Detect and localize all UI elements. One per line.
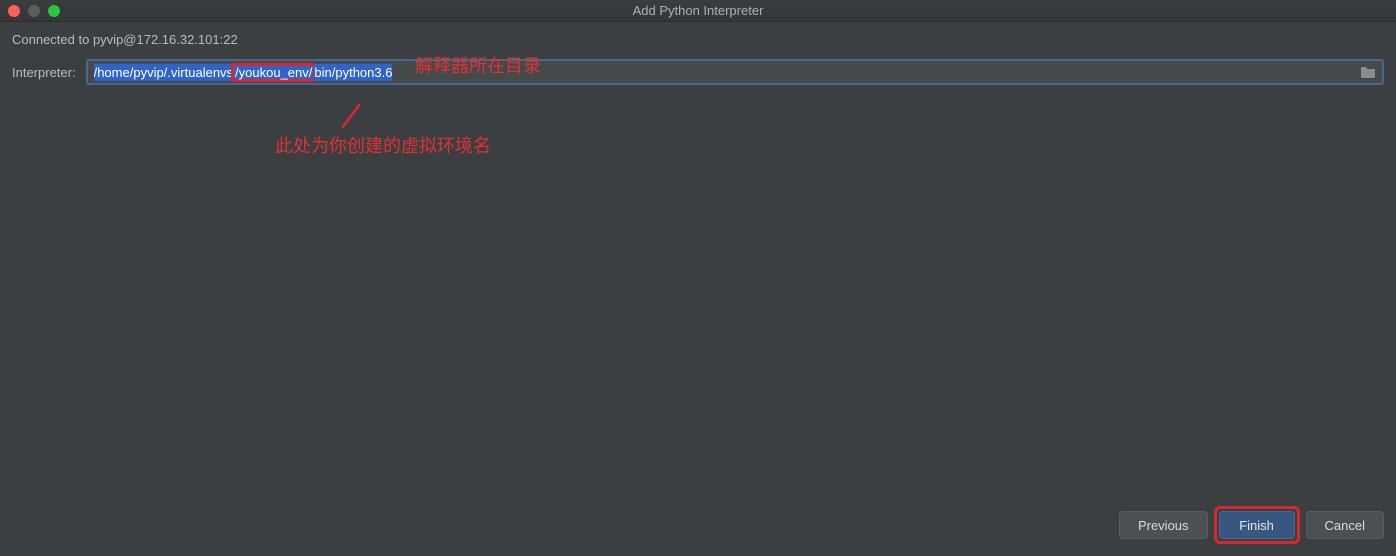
- annotation-env-name: 此处为你创建的虚拟环境名: [275, 132, 491, 158]
- folder-icon: [1360, 65, 1376, 79]
- cancel-button[interactable]: Cancel: [1306, 511, 1384, 539]
- titlebar: Add Python Interpreter: [0, 0, 1396, 22]
- connected-status: Connected to pyvip@172.16.32.101:22: [12, 32, 1384, 47]
- minimize-icon: [28, 5, 40, 17]
- window-title: Add Python Interpreter: [633, 3, 764, 18]
- annotation-directory: 解释器所在目录: [415, 52, 541, 78]
- dialog-button-bar: Previous Finish Cancel: [1119, 506, 1384, 544]
- path-segment-post: bin/python3.6: [314, 64, 392, 81]
- finish-button[interactable]: Finish: [1219, 511, 1295, 539]
- interpreter-path-text: /home/pyvip/.virtualenvs/youkou_env/bin/…: [94, 61, 1352, 83]
- interpreter-path-field[interactable]: /home/pyvip/.virtualenvs/youkou_env/bin/…: [86, 59, 1384, 85]
- path-segment-pre: /home/pyvip/.virtualenvs: [94, 64, 233, 81]
- browse-button[interactable]: [1360, 65, 1376, 79]
- maximize-icon[interactable]: [48, 5, 60, 17]
- interpreter-label: Interpreter:: [12, 65, 76, 80]
- interpreter-row: Interpreter: /home/pyvip/.virtualenvs/yo…: [12, 59, 1384, 85]
- annotation-arrow-icon: [338, 104, 368, 134]
- finish-button-highlight: Finish: [1214, 506, 1300, 544]
- previous-button[interactable]: Previous: [1119, 511, 1208, 539]
- dialog-content: Connected to pyvip@172.16.32.101:22 Inte…: [0, 22, 1396, 95]
- path-segment-env: /youkou_env/: [231, 63, 316, 82]
- window-controls: [8, 5, 60, 17]
- close-icon[interactable]: [8, 5, 20, 17]
